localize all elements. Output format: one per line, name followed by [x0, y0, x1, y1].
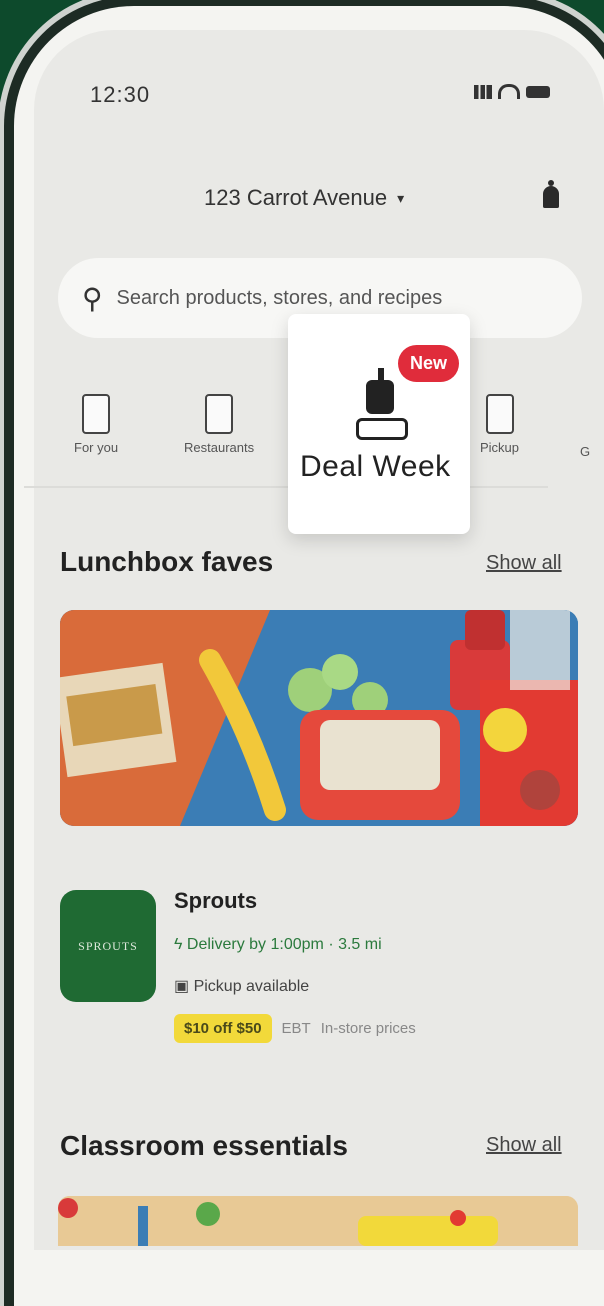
signal-icon — [474, 84, 492, 99]
show-all-classroom[interactable]: Show all — [486, 1134, 562, 1157]
promo-badge: $10 off $50 — [174, 1014, 272, 1043]
address-selector[interactable]: 123 Carrot Avenue ▾ — [204, 185, 404, 211]
classroom-banner-image[interactable] — [58, 1196, 578, 1246]
delivery-text: Delivery by 1:00pm · 3.5 mi — [186, 936, 382, 953]
category-restaurants[interactable]: Restaurants — [184, 394, 254, 455]
delivery-info: ϟ Delivery by 1:00pm · 3.5 mi — [174, 936, 382, 954]
new-badge: New — [398, 345, 460, 382]
pickup-info: ▣ Pickup available — [174, 976, 309, 996]
takeout-icon — [205, 394, 234, 434]
section-title-lunchbox: Lunchbox faves — [60, 546, 274, 577]
pickup-icon: ▣ — [174, 978, 194, 995]
chevron-down-icon: ▾ — [397, 189, 405, 206]
section-title-classroom: Classroom essentials — [60, 1130, 348, 1161]
ebt-label: EBT — [281, 1020, 311, 1037]
category-partial[interactable]: G — [580, 444, 590, 459]
sprouts-logo: SPROUTS — [60, 890, 156, 1002]
lunchbox-banner-image[interactable] — [60, 610, 578, 826]
promo-row: $10 off $50 EBT In-store prices — [174, 1014, 416, 1043]
show-all-lunchbox[interactable]: Show all — [486, 552, 562, 575]
lightning-icon: ϟ — [174, 936, 187, 953]
search-placeholder: Search products, stores, and recipes — [116, 286, 443, 309]
category-label: G — [580, 444, 591, 459]
pickup-text: Pickup available — [193, 978, 310, 995]
address-label: 123 Carrot Avenue — [204, 185, 388, 210]
battery-icon — [526, 85, 550, 98]
category-for-you[interactable]: For you — [74, 394, 118, 455]
bag-icon — [82, 394, 111, 434]
category-pickup[interactable]: Pickup — [480, 394, 519, 455]
category-label: Pickup — [480, 440, 520, 455]
car-icon — [485, 394, 514, 434]
bell-icon[interactable] — [542, 180, 560, 214]
pricing-label: In-store prices — [320, 1020, 416, 1037]
search-icon: ⚲ — [82, 282, 103, 314]
deal-week-icon — [356, 360, 408, 440]
category-label: For you — [74, 440, 119, 455]
wifi-icon — [498, 84, 520, 99]
status-time: 12:30 — [90, 82, 151, 107]
store-card-sprouts[interactable]: SPROUTS Sprouts ϟ Delivery by 1:00pm · 3… — [60, 880, 580, 1050]
store-name: Sprouts — [174, 888, 258, 913]
deal-week-label: Deal Week — [300, 450, 451, 483]
category-label: Restaurants — [184, 440, 255, 455]
status-icons — [474, 84, 550, 99]
